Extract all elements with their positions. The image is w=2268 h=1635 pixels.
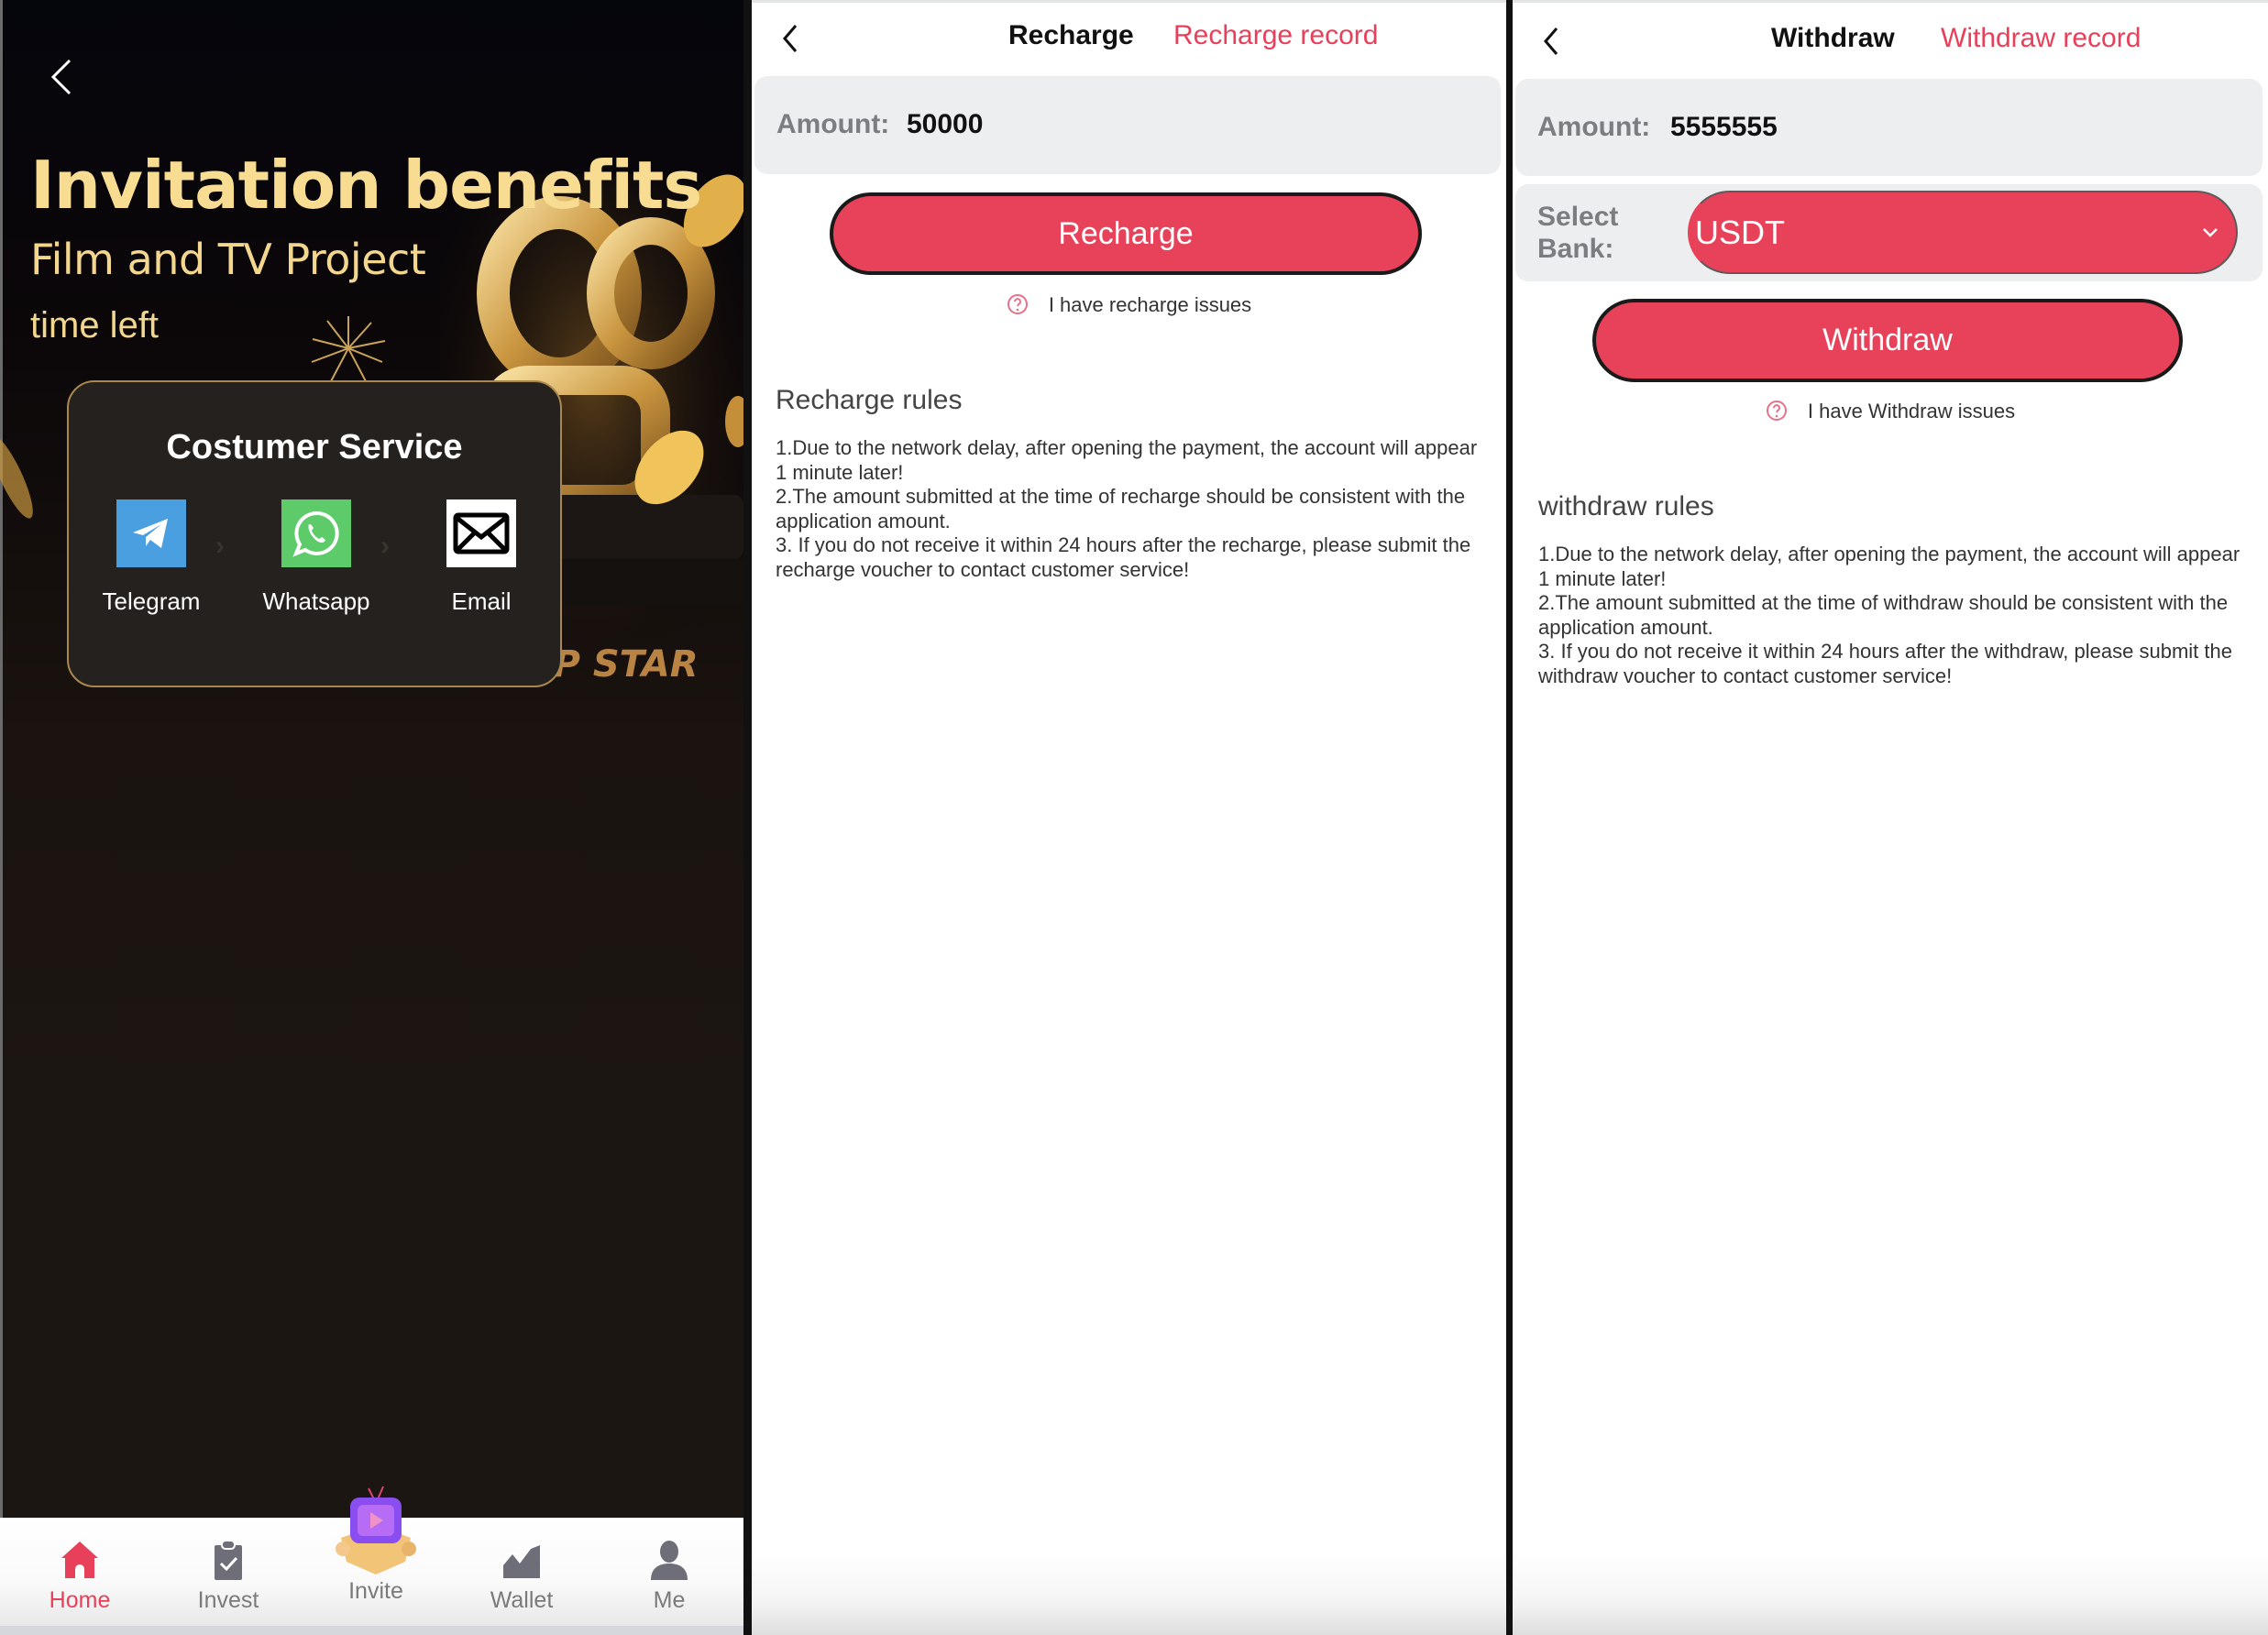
email-label: Email (451, 587, 512, 615)
tab-home-label: Home (49, 1587, 111, 1613)
time-left-label: time left (30, 305, 160, 346)
recharge-screen: Recharge Recharge record Amount: 50000 R… (752, 0, 1506, 1635)
rule-item: 3. If you do not receive it within 24 ho… (1538, 640, 2232, 687)
withdraw-button[interactable]: Withdraw (1592, 299, 2183, 382)
tab-bar-edge (0, 1626, 743, 1635)
rule-item: 3. If you do not receive it within 24 ho… (776, 533, 1471, 581)
clipboard-check-icon (215, 1540, 242, 1580)
chart-line-icon (502, 1542, 541, 1578)
back-arrow-icon[interactable] (1538, 23, 1566, 60)
help-circle-icon (1766, 401, 1787, 422)
panel-divider (743, 0, 752, 1635)
whatsapp-label: Whatsapp (262, 587, 370, 615)
select-bank-label: Select Bank: (1537, 202, 1619, 264)
amount-label: Amount: (1537, 112, 1651, 142)
panel-edge (0, 0, 3, 1635)
customer-service-title: Costumer Service (166, 428, 463, 466)
telegram-label: Telegram (102, 587, 201, 615)
whatsapp-contact[interactable]: Whatsapp (234, 499, 399, 616)
rules-list: 1.Due to the network delay, after openin… (776, 436, 1481, 582)
amount-field[interactable]: Amount: 50000 (754, 76, 1501, 174)
rules-list: 1.Due to the network delay, after openin… (1538, 543, 2244, 688)
top-border (752, 0, 1506, 3)
amount-value[interactable]: 50000 (907, 109, 983, 140)
amount-label: Amount: (776, 109, 890, 139)
chevron-right-icon: › (215, 531, 225, 561)
back-arrow-icon[interactable] (46, 55, 77, 99)
firework-icon (311, 316, 386, 384)
tab-invest-label: Invest (197, 1587, 259, 1613)
tab-wallet-label: Wallet (490, 1587, 554, 1613)
recharge-issues-link[interactable]: I have recharge issues (752, 293, 1506, 317)
recharge-record-link[interactable]: Recharge record (1173, 20, 1378, 51)
rule-item: 2.The amount submitted at the time of re… (776, 485, 1466, 532)
select-bank-row: Select Bank: USDT (1515, 184, 2262, 281)
home-icon (61, 1542, 98, 1578)
rule-item: 2.The amount submitted at the time of wi… (1538, 591, 2229, 639)
telegram-contact[interactable]: Telegram (69, 499, 234, 616)
rule-item: 1.Due to the network delay, after openin… (776, 436, 1478, 484)
hero-title: Invitation benefits (30, 147, 702, 224)
invite-screen: IN TOP STAR Invitation benefits Film and… (0, 0, 743, 1635)
tab-invite-label: Invite (348, 1578, 403, 1604)
bottom-fade (1513, 1553, 2268, 1635)
email-contact[interactable]: Email (399, 499, 564, 616)
hero-subtitle: Film and TV Project (30, 235, 426, 284)
tab-me[interactable]: Me (595, 1518, 743, 1626)
chevron-right-icon: › (380, 531, 390, 561)
withdraw-issues-label: I have Withdraw issues (1807, 400, 2016, 422)
coin-decoration (0, 430, 41, 523)
envelope-icon (446, 499, 516, 567)
rule-item: 1.Due to the network delay, after openin… (1538, 543, 2240, 590)
top-border (1513, 0, 2268, 3)
rules-title: Recharge rules (776, 385, 963, 415)
help-circle-icon (1007, 294, 1028, 315)
withdraw-screen: Withdraw Withdraw record Amount: 5555555… (1513, 0, 2268, 1635)
tab-invest[interactable]: Invest (154, 1518, 303, 1626)
tab-wallet[interactable]: Wallet (447, 1518, 596, 1626)
bottom-fade (752, 1553, 1506, 1635)
panel-divider (1506, 0, 1513, 1635)
rules-title: withdraw rules (1538, 491, 1714, 521)
page-title: Recharge (1008, 20, 1134, 50)
tab-me-label: Me (653, 1587, 686, 1613)
chevron-down-icon (2203, 227, 2218, 237)
whatsapp-icon (281, 499, 351, 567)
back-arrow-icon[interactable] (777, 20, 805, 57)
recharge-button[interactable]: Recharge (830, 192, 1422, 275)
recharge-issues-label: I have recharge issues (1048, 293, 1252, 316)
withdraw-record-link[interactable]: Withdraw record (1941, 23, 2141, 54)
tab-home[interactable]: Home (6, 1518, 154, 1626)
amount-value[interactable]: 5555555 (1670, 112, 1778, 143)
bank-select[interactable]: USDT (1688, 191, 2238, 274)
user-icon (651, 1541, 688, 1580)
amount-field[interactable]: Amount: 5555555 (1515, 79, 2262, 176)
telegram-icon (116, 499, 186, 567)
page-title: Withdraw (1771, 23, 1895, 53)
customer-service-card: Costumer Service Telegram › Whatsapp › E… (67, 380, 562, 687)
tv-gift-icon[interactable] (332, 1485, 420, 1576)
withdraw-issues-link[interactable]: I have Withdraw issues (1513, 400, 2268, 423)
bank-select-value: USDT (1695, 213, 1785, 251)
